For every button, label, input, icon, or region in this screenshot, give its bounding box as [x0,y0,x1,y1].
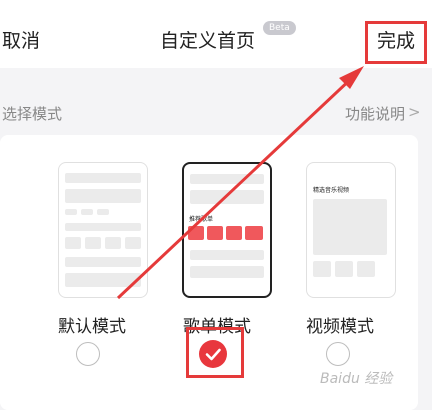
annotation-arrow [116,66,364,300]
